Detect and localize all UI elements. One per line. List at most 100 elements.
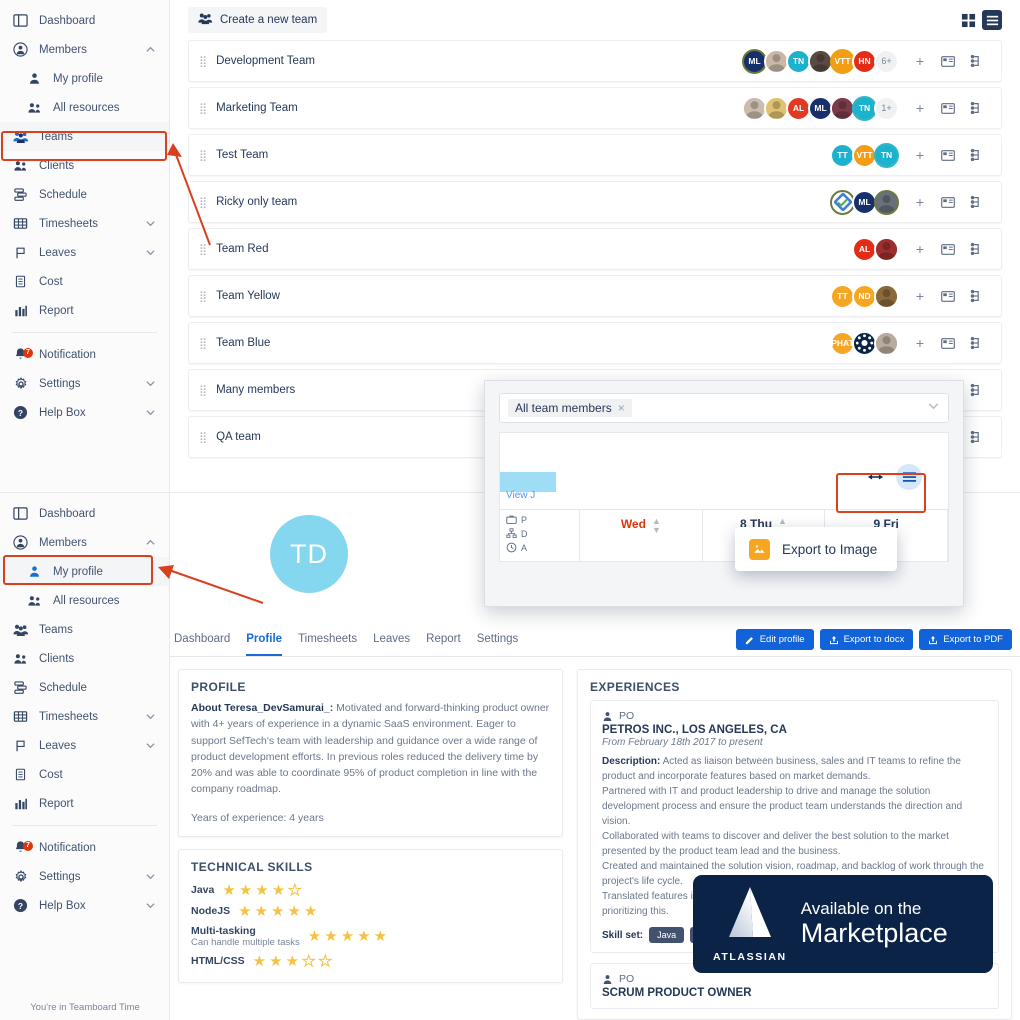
star-icon[interactable]: ★ (357, 929, 370, 944)
avatar[interactable] (874, 330, 899, 356)
tab-timesheets[interactable]: Timesheets (298, 623, 357, 656)
table-row[interactable]: ⣿ Team Yellow TT ND + (188, 275, 1002, 317)
table-row[interactable]: ⣿ Ricky only team ML + (188, 181, 1002, 223)
sidebar-item-clients[interactable]: Clients (0, 644, 169, 673)
tab-leaves[interactable]: Leaves (373, 623, 410, 656)
sidebar-item-schedule[interactable]: Schedule (0, 673, 169, 702)
drag-handle-icon[interactable]: ⣿ (199, 337, 207, 350)
drag-handle-icon[interactable]: ⣿ (199, 243, 207, 256)
tab-report[interactable]: Report (426, 623, 461, 656)
add-member-button[interactable]: + (909, 288, 931, 304)
star-rating[interactable]: ★ ★ ★ ★ ★ (238, 904, 317, 919)
star-rating[interactable]: ★ ★ ★ ★ ★ (253, 953, 333, 969)
board-icon[interactable] (937, 55, 959, 68)
sidebar-item-my-profile[interactable]: My profile (0, 64, 169, 93)
sidebar-item-dashboard[interactable]: Dashboard (0, 6, 169, 35)
edit-profile-button[interactable]: Edit profile (735, 629, 814, 650)
org-chart-icon[interactable] (965, 336, 987, 350)
gantt-column-header[interactable]: Wed ▲ ▼ (580, 510, 703, 561)
tab-profile[interactable]: Profile (246, 623, 283, 656)
board-icon[interactable] (937, 243, 959, 256)
org-chart-icon[interactable] (965, 195, 987, 209)
sidebar-item-all-resources[interactable]: All resources (0, 586, 169, 615)
sidebar-item-notification[interactable]: 7 Notification (0, 340, 169, 369)
star-rating[interactable]: ★ ★ ★ ★ ★ (222, 882, 302, 898)
export-to-docx-button[interactable]: Export to docx (819, 629, 914, 650)
table-row[interactable]: ⣿ Development Team ML TN VTT HN 6+ + (188, 40, 1002, 82)
grid-view-icon[interactable] (958, 10, 978, 30)
sidebar-item-my-profile[interactable]: My profile (0, 557, 169, 586)
sidebar-item-report[interactable]: Report (0, 296, 169, 325)
board-icon[interactable] (937, 196, 959, 209)
star-icon[interactable]: ★ (253, 954, 266, 969)
chevron-down-icon[interactable] (927, 399, 940, 417)
chevron-down-icon[interactable] (145, 247, 157, 259)
star-icon[interactable]: ★ (222, 883, 235, 898)
star-icon[interactable]: ★ (324, 929, 337, 944)
org-chart-icon[interactable] (965, 430, 987, 444)
chevron-down-icon[interactable] (145, 871, 157, 883)
sort-icon[interactable]: ▲▼ (652, 517, 661, 535)
team-member-filter-select[interactable]: All team members × (499, 393, 949, 423)
star-icon[interactable]: ★ (374, 929, 387, 944)
sidebar-item-help-box[interactable]: ? Help Box (0, 891, 169, 920)
drag-handle-icon[interactable]: ⣿ (199, 149, 207, 162)
add-member-button[interactable]: + (909, 147, 931, 163)
drag-handle-icon[interactable]: ⣿ (199, 196, 207, 209)
chevron-down-icon[interactable] (145, 740, 157, 752)
menu-icon[interactable] (896, 464, 922, 490)
star-icon[interactable]: ★ (304, 904, 317, 919)
fit-width-icon[interactable] (862, 464, 888, 490)
star-icon[interactable]: ★ (239, 883, 252, 898)
sidebar-item-notification[interactable]: 7 Notification (0, 833, 169, 862)
sidebar-item-teams[interactable]: Teams (0, 615, 169, 644)
add-member-button[interactable]: + (909, 194, 931, 210)
skill-tag[interactable]: Java (649, 927, 685, 943)
filter-chip[interactable]: All team members × (508, 399, 632, 417)
chevron-down-icon[interactable] (145, 711, 157, 723)
sidebar-item-leaves[interactable]: Leaves (0, 731, 169, 760)
drag-handle-icon[interactable]: ⣿ (199, 55, 207, 68)
star-icon[interactable]: ★ (308, 929, 321, 944)
sidebar-item-settings[interactable]: Settings (0, 369, 169, 398)
sidebar-item-dashboard[interactable]: Dashboard (0, 499, 169, 528)
add-member-button[interactable]: + (909, 335, 931, 351)
avatar[interactable] (874, 189, 899, 215)
star-icon[interactable]: ★ (255, 883, 268, 898)
create-new-team-button[interactable]: Create a new team (188, 7, 328, 33)
tab-dashboard[interactable]: Dashboard (174, 623, 230, 656)
add-member-button[interactable]: + (909, 53, 931, 69)
board-icon[interactable] (937, 149, 959, 162)
org-chart-icon[interactable] (965, 101, 987, 115)
export-to-image-menu[interactable]: Export to Image (735, 527, 897, 571)
table-row[interactable]: ⣿ Team Red AL + (188, 228, 1002, 270)
avatar[interactable] (874, 236, 899, 262)
drag-handle-icon[interactable]: ⣿ (199, 384, 207, 397)
star-icon[interactable]: ★ (272, 883, 285, 898)
sidebar-item-clients[interactable]: Clients (0, 151, 169, 180)
board-icon[interactable] (937, 102, 959, 115)
sidebar-item-report[interactable]: Report (0, 789, 169, 818)
star-rating[interactable]: ★ ★ ★ ★ ★ (308, 929, 387, 944)
org-chart-icon[interactable] (965, 54, 987, 68)
chevron-up-icon[interactable] (145, 537, 157, 549)
sidebar-item-settings[interactable]: Settings (0, 862, 169, 891)
drag-handle-icon[interactable]: ⣿ (199, 431, 207, 444)
org-chart-icon[interactable] (965, 289, 987, 303)
board-icon[interactable] (937, 337, 959, 350)
tab-settings[interactable]: Settings (477, 623, 519, 656)
star-icon[interactable]: ★ (238, 904, 251, 919)
drag-handle-icon[interactable]: ⣿ (199, 290, 207, 303)
star-icon[interactable]: ★ (341, 929, 354, 944)
chevron-up-icon[interactable] (145, 44, 157, 56)
sidebar-item-members[interactable]: Members (0, 35, 169, 64)
more-members-count[interactable]: 1+ (874, 95, 899, 121)
star-icon[interactable]: ★ (302, 953, 316, 969)
sidebar-item-help-box[interactable]: ? Help Box (0, 398, 169, 427)
sidebar-item-all-resources[interactable]: All resources (0, 93, 169, 122)
more-members-count[interactable]: 6+ (874, 48, 899, 74)
add-member-button[interactable]: + (909, 100, 931, 116)
list-view-icon[interactable] (982, 10, 1002, 30)
star-icon[interactable]: ★ (255, 904, 268, 919)
sidebar-item-cost[interactable]: Cost (0, 760, 169, 789)
